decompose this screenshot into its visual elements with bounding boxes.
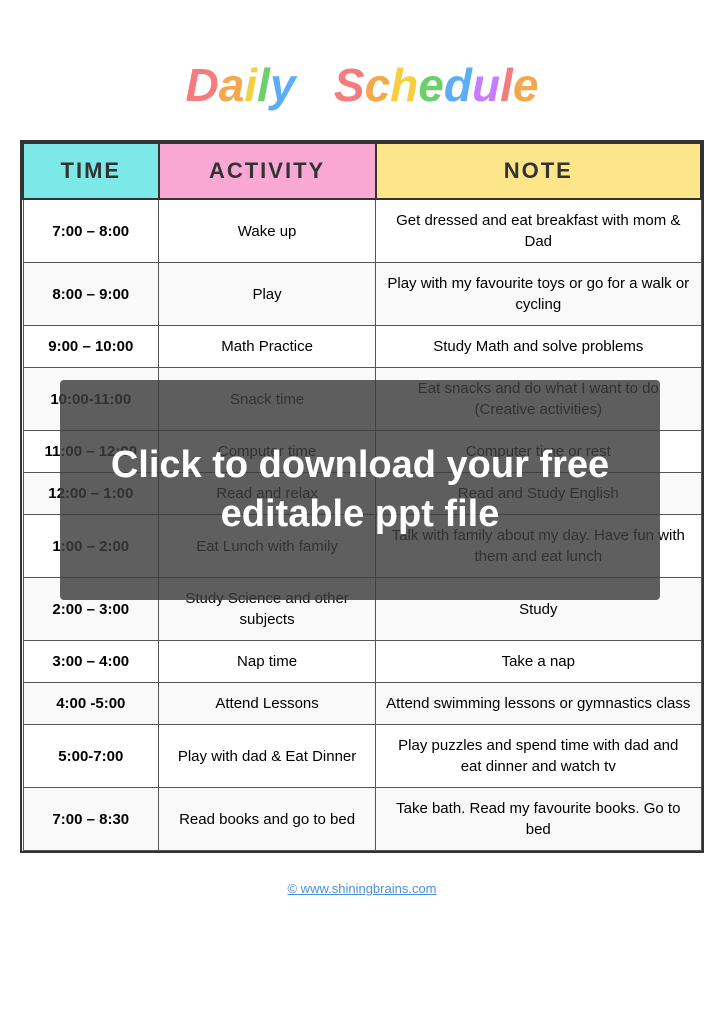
table-row: 7:00 – 8:00 Wake up Get dressed and eat … [23, 199, 701, 263]
cell-time: 4:00 -5:00 [23, 683, 159, 725]
table-row: 5:00-7:00 Play with dad & Eat Dinner Pla… [23, 725, 701, 788]
cell-note: Play with my favourite toys or go for a … [376, 263, 701, 326]
cell-note: Take a nap [376, 641, 701, 683]
cell-time: 7:00 – 8:30 [23, 788, 159, 851]
table-row: 9:00 – 10:00 Math Practice Study Math an… [23, 326, 701, 368]
cell-note: Attend swimming lessons or gymnastics cl… [376, 683, 701, 725]
overlay-text: Click to download your free editable ppt… [60, 441, 660, 540]
footer-url: © www.shiningbrains.com [287, 881, 436, 896]
page-title: Daily Schedule [186, 58, 539, 112]
cell-activity: Read books and go to bed [159, 788, 376, 851]
cell-time: 3:00 – 4:00 [23, 641, 159, 683]
table-row: 3:00 – 4:00 Nap time Take a nap [23, 641, 701, 683]
cell-activity: Nap time [159, 641, 376, 683]
download-overlay[interactable]: Click to download your free editable ppt… [60, 380, 660, 600]
cell-note: Take bath. Read my favourite books. Go t… [376, 788, 701, 851]
cell-note: Study Math and solve problems [376, 326, 701, 368]
cell-activity: Wake up [159, 199, 376, 263]
table-row: 4:00 -5:00 Attend Lessons Attend swimmin… [23, 683, 701, 725]
cell-time: 5:00-7:00 [23, 725, 159, 788]
cell-activity: Math Practice [159, 326, 376, 368]
col-header-activity: ACTIVITY [159, 143, 376, 199]
page-header: Daily Schedule [0, 0, 724, 140]
cell-activity: Attend Lessons [159, 683, 376, 725]
cell-note: Get dressed and eat breakfast with mom &… [376, 199, 701, 263]
cell-activity: Play with dad & Eat Dinner [159, 725, 376, 788]
cell-time: 9:00 – 10:00 [23, 326, 159, 368]
col-header-note: NOTE [376, 143, 701, 199]
table-header-row: TIME ACTIVITY NOTE [23, 143, 701, 199]
table-row: 7:00 – 8:30 Read books and go to bed Tak… [23, 788, 701, 851]
page-wrapper: ★ ✦ ★ ☽ ✦ ★ ☽ [0, 0, 724, 1024]
cell-activity: Play [159, 263, 376, 326]
cell-note: Play puzzles and spend time with dad and… [376, 725, 701, 788]
col-header-time: TIME [23, 143, 159, 199]
table-row: 8:00 – 9:00 Play Play with my favourite … [23, 263, 701, 326]
footer: © www.shiningbrains.com [0, 873, 724, 904]
cell-time: 8:00 – 9:00 [23, 263, 159, 326]
cell-time: 7:00 – 8:00 [23, 199, 159, 263]
